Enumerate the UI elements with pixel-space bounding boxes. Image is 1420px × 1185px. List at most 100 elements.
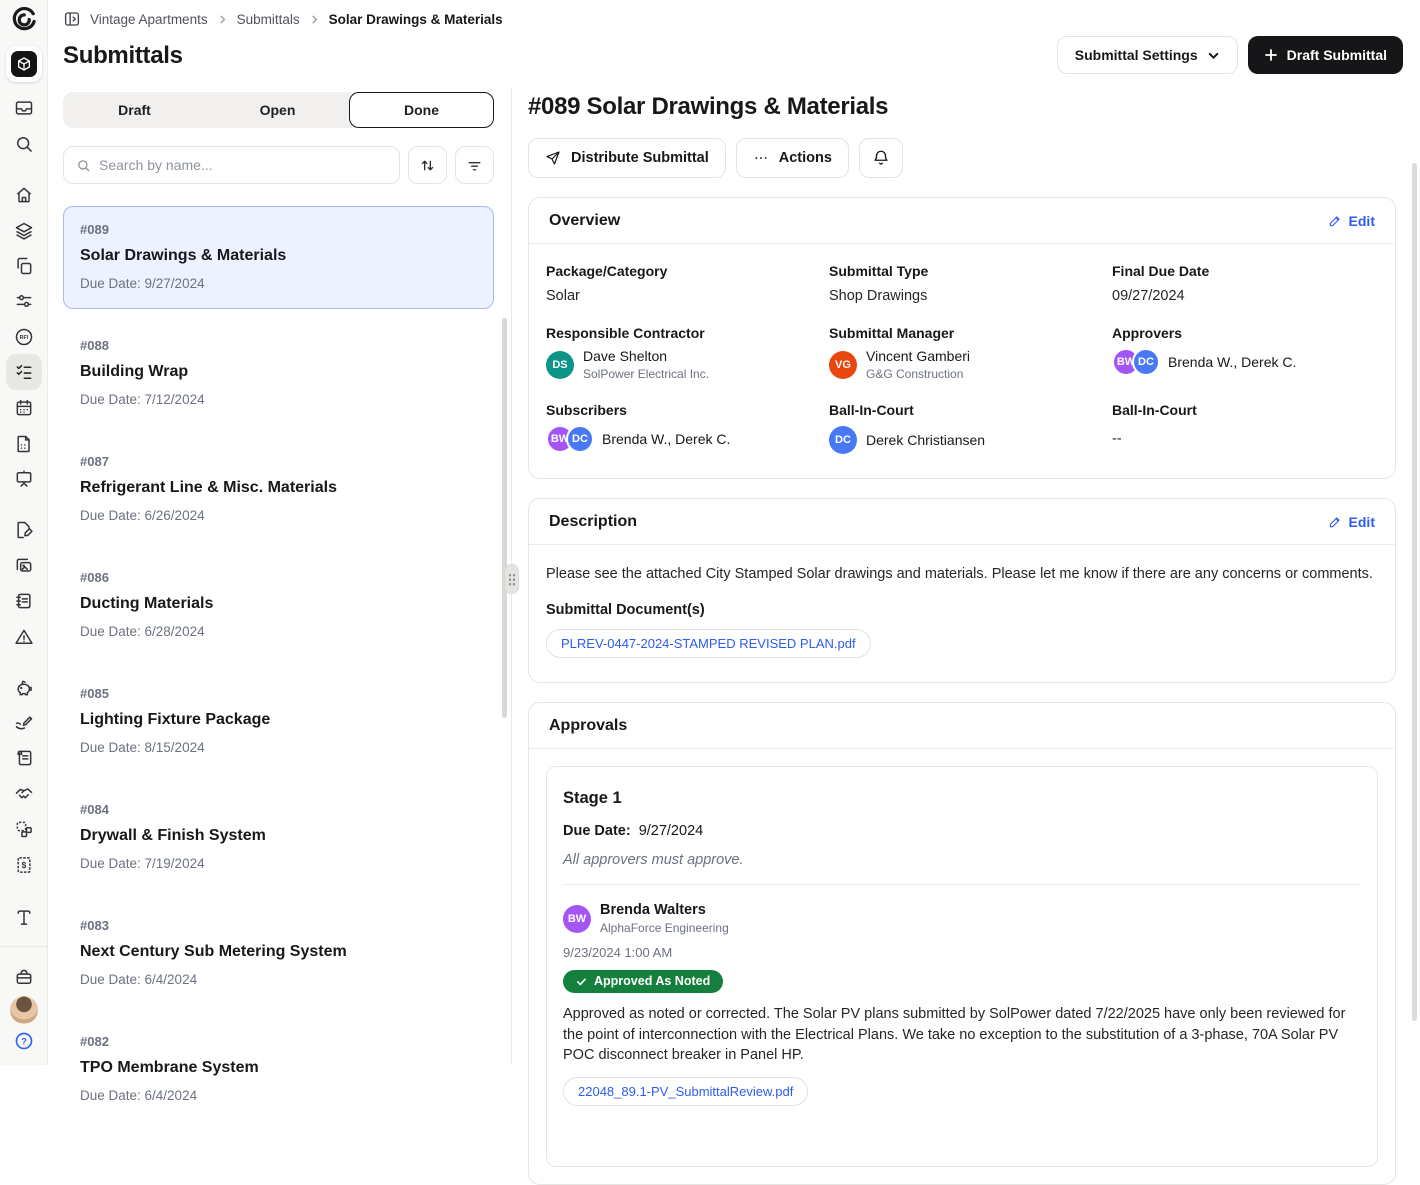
panel-toggle-icon[interactable] bbox=[63, 10, 81, 28]
inbox-icon[interactable] bbox=[14, 98, 34, 118]
list-item-083[interactable]: #083 Next Century Sub Metering System Du… bbox=[63, 902, 494, 1005]
sort-button[interactable] bbox=[408, 146, 447, 184]
photos-icon[interactable] bbox=[14, 556, 34, 576]
breadcrumb-project[interactable]: Vintage Apartments bbox=[90, 12, 208, 27]
description-edit-button[interactable]: Edit bbox=[1328, 514, 1375, 530]
person-company: G&G Construction bbox=[866, 367, 970, 381]
list-item-089[interactable]: #089 Solar Drawings & Materials Due Date… bbox=[63, 206, 494, 309]
submittal-due: Due Date: 6/26/2024 bbox=[80, 508, 477, 523]
help-icon[interactable]: ? bbox=[14, 1031, 34, 1051]
search-input[interactable] bbox=[99, 157, 387, 173]
active-module-button[interactable] bbox=[6, 46, 42, 82]
approval-entry: BW Brenda Walters AlphaForce Engineering… bbox=[563, 902, 1361, 1106]
field-value: Solar bbox=[546, 288, 829, 304]
toolbox-icon[interactable] bbox=[14, 967, 34, 987]
signature-hand-icon[interactable] bbox=[14, 713, 34, 733]
submittal-number: #084 bbox=[80, 802, 477, 817]
overview-heading: Overview bbox=[549, 212, 620, 230]
list-item-084[interactable]: #084 Drywall & Finish System Due Date: 7… bbox=[63, 786, 494, 889]
cube-icon bbox=[11, 51, 37, 77]
submittal-title: Solar Drawings & Materials bbox=[80, 247, 477, 265]
controls-sliders-icon[interactable] bbox=[14, 291, 34, 311]
tab-open[interactable]: Open bbox=[206, 92, 349, 128]
submittal-number: #083 bbox=[80, 918, 477, 933]
field-value: Shop Drawings bbox=[829, 288, 1112, 304]
field-value: 09/27/2024 bbox=[1112, 288, 1395, 304]
tab-draft[interactable]: Draft bbox=[63, 92, 206, 128]
submittal-number: #085 bbox=[80, 686, 477, 701]
calendar-icon[interactable] bbox=[14, 398, 34, 418]
documents-copy-icon[interactable] bbox=[14, 256, 34, 276]
layers-icon[interactable] bbox=[14, 221, 34, 241]
submittal-settings-button[interactable]: Submittal Settings bbox=[1057, 36, 1238, 74]
pen-icon bbox=[1328, 214, 1342, 228]
notifications-bell-button[interactable] bbox=[859, 138, 903, 178]
avatar-dc: DC bbox=[829, 426, 857, 454]
field-label: Submittal Manager bbox=[829, 325, 1112, 341]
search-field[interactable] bbox=[63, 146, 400, 184]
piggy-bank-icon[interactable] bbox=[14, 678, 34, 698]
list-item-086[interactable]: #086 Ducting Materials Due Date: 6/28/20… bbox=[63, 554, 494, 657]
actions-button[interactable]: Actions bbox=[736, 138, 849, 178]
list-scrollbar[interactable] bbox=[502, 318, 507, 718]
approvals-card: Approvals Stage 1 Due Date:9/27/2024 All… bbox=[528, 702, 1396, 1185]
person-company: SolPower Electrical Inc. bbox=[583, 367, 709, 381]
panel-resize-handle[interactable] bbox=[504, 564, 519, 594]
approver-names: Brenda W., Derek C. bbox=[1168, 354, 1296, 370]
contract-scroll-icon[interactable] bbox=[14, 748, 34, 768]
handshake-icon[interactable] bbox=[14, 784, 34, 804]
rail-divider bbox=[0, 946, 47, 947]
submittal-document-link[interactable]: PLREV-0447-2024-STAMPED REVISED PLAN.pdf bbox=[546, 629, 871, 658]
tab-done[interactable]: Done bbox=[349, 92, 494, 128]
subscriber-names: Brenda W., Derek C. bbox=[602, 431, 730, 447]
invoice-icon[interactable]: $ bbox=[14, 855, 34, 875]
submittals-checklist-icon[interactable] bbox=[6, 354, 42, 390]
draft-submittal-button[interactable]: Draft Submittal bbox=[1248, 36, 1403, 74]
status-tabs: Draft Open Done bbox=[63, 92, 494, 128]
stage-title: Stage 1 bbox=[563, 789, 1361, 808]
notebook-icon[interactable] bbox=[14, 591, 34, 611]
signpost-icon[interactable] bbox=[14, 907, 34, 927]
field-label: Ball-In-Court bbox=[1112, 402, 1395, 418]
field-responsible-contractor: Responsible Contractor DS Dave Shelton S… bbox=[546, 325, 829, 381]
rfi-icon[interactable]: RFI bbox=[14, 327, 34, 347]
file-icon[interactable] bbox=[14, 434, 34, 454]
search-icon bbox=[76, 158, 91, 173]
submittal-number: #089 bbox=[80, 222, 477, 237]
user-avatar[interactable] bbox=[10, 996, 38, 1024]
modules-icon[interactable] bbox=[14, 819, 34, 839]
filter-button[interactable] bbox=[455, 146, 494, 184]
submittal-detail-panel: #089 Solar Drawings & Materials Distribu… bbox=[528, 88, 1396, 1185]
breadcrumb: Vintage Apartments Submittals Solar Draw… bbox=[63, 10, 503, 28]
main-scrollbar[interactable] bbox=[1412, 163, 1417, 1021]
list-item-085[interactable]: #085 Lighting Fixture Package Due Date: … bbox=[63, 670, 494, 773]
submittal-number: #082 bbox=[80, 1034, 477, 1049]
presentation-board-icon[interactable] bbox=[14, 469, 34, 489]
warning-icon[interactable] bbox=[14, 627, 34, 647]
stage-due-date: Due Date:9/27/2024 bbox=[563, 823, 1361, 839]
list-item-088[interactable]: #088 Building Wrap Due Date: 7/12/2024 bbox=[63, 322, 494, 425]
page-title: Submittals bbox=[63, 42, 183, 70]
avatar-dc: DC bbox=[1132, 348, 1160, 376]
list-item-082[interactable]: #082 TPO Membrane System Due Date: 6/4/2… bbox=[63, 1018, 494, 1121]
approval-status-label: Approved As Noted bbox=[594, 974, 710, 988]
file-edit-icon[interactable] bbox=[14, 520, 34, 540]
review-document-link[interactable]: 22048_89.1-PV_SubmittalReview.pdf bbox=[563, 1077, 808, 1106]
description-text: Please see the attached City Stamped Sol… bbox=[546, 564, 1378, 585]
breadcrumb-section[interactable]: Submittals bbox=[237, 12, 300, 27]
chevron-right-icon bbox=[309, 14, 320, 25]
submittal-list-panel: Draft Open Done #089 Solar Drawings & Ma… bbox=[63, 92, 494, 1134]
avatar-bw: BW bbox=[563, 905, 591, 933]
home-icon[interactable] bbox=[14, 185, 34, 205]
distribute-submittal-button[interactable]: Distribute Submittal bbox=[528, 138, 726, 178]
stage-divider bbox=[563, 884, 1361, 885]
ellipsis-icon bbox=[753, 150, 769, 166]
stage-due-label: Due Date: bbox=[563, 823, 631, 839]
app-logo-icon bbox=[11, 7, 37, 33]
submittal-settings-label: Submittal Settings bbox=[1075, 47, 1198, 63]
overview-edit-button[interactable]: Edit bbox=[1328, 213, 1375, 229]
search-icon[interactable] bbox=[14, 134, 34, 154]
avatar-dc: DC bbox=[566, 425, 594, 453]
field-approvers: Approvers BW DC Brenda W., Derek C. bbox=[1112, 325, 1395, 381]
list-item-087[interactable]: #087 Refrigerant Line & Misc. Materials … bbox=[63, 438, 494, 541]
